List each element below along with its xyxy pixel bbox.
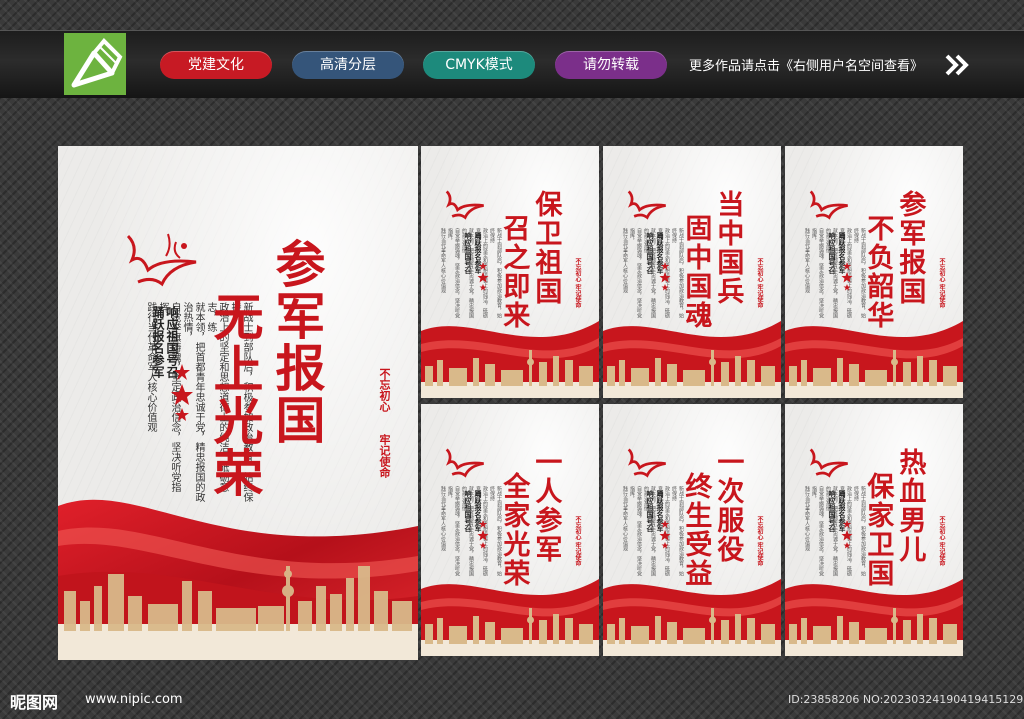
china-dream-logo	[623, 186, 667, 228]
pen-logo-icon	[64, 33, 126, 95]
seal-text: 不忘初心 牢记使命	[574, 258, 581, 309]
stars-icon	[659, 261, 671, 295]
china-dream-logo	[118, 226, 198, 300]
subtitle-col-1: 响应祖国号召	[646, 232, 655, 274]
hd-layers-button[interactable]: 高清分层	[292, 51, 404, 79]
poster-title-col-2: 不负韶华	[862, 214, 894, 330]
poster-title-col-1: 一人参军	[530, 448, 562, 564]
china-dream-logo	[805, 186, 849, 228]
china-dream-logo	[441, 186, 485, 228]
site-name: 昵图网	[10, 693, 59, 712]
site-url[interactable]: www.nipic.com	[85, 692, 183, 707]
poster-title-col-2: 全家光荣	[498, 472, 530, 588]
party-culture-button[interactable]: 党建文化	[160, 51, 272, 79]
seal-text: 不忘初心 牢记使命	[574, 516, 581, 567]
main-poster: 新战士到部队后，积极参加政治教育，始终保持 政治上的坚定和思想道德上的纯洁，砥砺…	[58, 146, 418, 660]
small-poster: 新战士到部队后，积极参加政治教育，始终保持 政治上的坚定和思想道德上的纯洁，砥砺意…	[421, 404, 599, 656]
stars-icon	[170, 362, 194, 426]
poster-title-col-1: 参军报国	[894, 190, 926, 306]
stars-icon	[659, 519, 671, 553]
main-title-col-1: 参军报国	[267, 238, 327, 446]
seal-text: 不忘初心 牢记使命	[756, 516, 763, 567]
china-dream-logo	[623, 444, 667, 486]
subtitle-col-1: 响应祖国号召	[646, 490, 655, 532]
small-poster: 新战士到部队后，积极参加政治教育，始终保持 政治上的坚定和思想道德上的纯洁，砥砺意…	[603, 146, 781, 398]
small-poster: 新战士到部队后，积极参加政治教育，始终保持 政治上的坚定和思想道德上的纯洁，砥砺意…	[785, 404, 963, 656]
stars-icon	[477, 519, 489, 553]
poster-title-col-1: 一次服役	[712, 448, 744, 564]
subtitle-col-1: 响应祖国号召	[464, 490, 473, 532]
seal-text: 不忘初心 牢记使命	[938, 258, 945, 309]
small-poster: 新战士到部队后，积极参加政治教育，始终保持 政治上的坚定和思想道德上的纯洁，砥砺意…	[421, 146, 599, 398]
no-repost-button[interactable]: 请勿转载	[555, 51, 667, 79]
seal-dont-forget: 不忘初心	[378, 368, 391, 412]
stars-icon	[841, 261, 853, 295]
double-chevron-right-icon[interactable]	[944, 53, 970, 77]
china-dream-logo	[805, 444, 849, 486]
more-works-notice[interactable]: 更多作品请点击《右侧用户名空间查看》	[689, 55, 923, 74]
poster-title-col-2: 终生受益	[680, 472, 712, 588]
poster-title-col-1: 保卫祖国	[530, 190, 562, 306]
china-dream-logo	[441, 444, 485, 486]
poster-title-col-2: 召之即来	[498, 214, 530, 330]
subtitle-col-1: 响应祖国号召	[464, 232, 473, 274]
seal-remember-mission: 牢记使命	[378, 434, 391, 478]
main-title-col-2: 无上光荣	[205, 291, 265, 499]
poster-title-col-1: 热血男儿	[894, 448, 926, 564]
poster-title-col-1: 当中国兵	[712, 190, 744, 306]
image-id-text: ID:23858206 NO:20230324190419415129	[788, 693, 1024, 706]
seal-text: 不忘初心 牢记使命	[756, 258, 763, 309]
stars-icon	[841, 519, 853, 553]
stars-icon	[477, 261, 489, 295]
seal-text: 不忘初心 牢记使命	[938, 516, 945, 567]
cmyk-mode-button[interactable]: CMYK模式	[423, 51, 535, 79]
poster-title-col-2: 固中国魂	[680, 214, 712, 330]
small-poster: 新战士到部队后，积极参加政治教育，始终保持 政治上的坚定和思想道德上的纯洁，砥砺意…	[785, 146, 963, 398]
small-poster: 新战士到部队后，积极参加政治教育，始终保持 政治上的坚定和思想道德上的纯洁，砥砺意…	[603, 404, 781, 656]
subtitle-col-1: 响应祖国号召	[828, 232, 837, 274]
poster-title-col-2: 保家卫国	[862, 472, 894, 588]
subtitle-col-1: 响应祖国号召	[828, 490, 837, 532]
